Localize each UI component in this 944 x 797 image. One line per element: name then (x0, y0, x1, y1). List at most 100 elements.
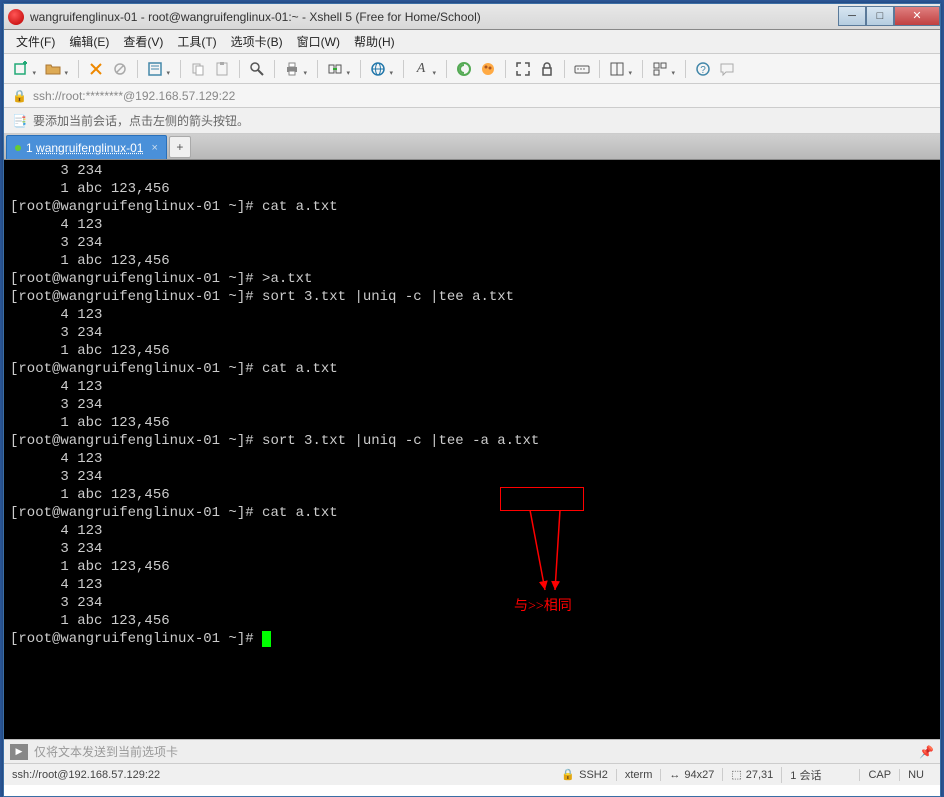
terminal-line: [root@wangruifenglinux-01 ~]# (10, 631, 262, 647)
address-text[interactable]: ssh://root:********@192.168.57.129:22 (33, 89, 235, 103)
tab-close-icon[interactable]: × (151, 142, 157, 154)
toolbar-separator (137, 60, 138, 78)
toolbar: A ? (4, 54, 940, 84)
menu-view[interactable]: 查看(V) (117, 31, 169, 52)
toolbar-separator (274, 60, 275, 78)
menu-tools[interactable]: 工具(T) (171, 31, 222, 52)
info-text: 要添加当前会话，点击左侧的箭头按钮。 (33, 112, 249, 129)
copy-button[interactable] (187, 58, 209, 80)
help-button[interactable]: ? (692, 58, 714, 80)
terminal-line: [root@wangruifenglinux-01 ~]# cat a.txt (10, 505, 338, 521)
tab-label: wangruifenglinux-01 (36, 141, 143, 155)
svg-text:?: ? (700, 65, 706, 76)
menu-file[interactable]: 文件(F) (10, 31, 61, 52)
status-protocol: 🔒SSH2 (553, 768, 615, 781)
transfer-button[interactable] (324, 58, 346, 80)
menu-edit[interactable]: 编辑(E) (63, 31, 115, 52)
terminal-line: 3 234 (10, 325, 102, 341)
session-status-icon (15, 145, 21, 151)
print-button[interactable] (281, 58, 303, 80)
status-term: xterm (616, 769, 661, 781)
status-size: ↔94x27 (660, 769, 722, 781)
new-session-button[interactable] (10, 58, 32, 80)
toolbar-separator (403, 60, 404, 78)
layout-button[interactable] (606, 58, 628, 80)
toolbar-separator (505, 60, 506, 78)
annotation-box (500, 487, 584, 511)
terminal-line: 1 abc 123,456 (10, 253, 170, 269)
fullscreen-button[interactable] (512, 58, 534, 80)
chat-button[interactable] (716, 58, 738, 80)
encoding-button[interactable] (367, 58, 389, 80)
terminal-line: 1 abc 123,456 (10, 343, 170, 359)
menu-tabs[interactable]: 选项卡(B) (225, 31, 289, 52)
open-button[interactable] (42, 58, 64, 80)
toolbar-separator (360, 60, 361, 78)
close-button[interactable]: ✕ (894, 6, 940, 26)
addressbar: 🔒 ssh://root:********@192.168.57.129:22 (4, 84, 940, 108)
terminal-line: [root@wangruifenglinux-01 ~]# >a.txt (10, 271, 312, 287)
status-connection: ssh://root@192.168.57.129:22 (12, 769, 553, 781)
disconnect-button[interactable] (109, 58, 131, 80)
terminal-line: 1 abc 123,456 (10, 559, 170, 575)
window-title: wangruifenglinux-01 - root@wangruifengli… (30, 10, 838, 24)
toolbar-separator (642, 60, 643, 78)
app-window: wangruifenglinux-01 - root@wangruifengli… (3, 3, 941, 797)
terminal-line: 1 abc 123,456 (10, 415, 170, 431)
terminal[interactable]: 3 234 1 abc 123,456 [root@wangruifenglin… (4, 160, 940, 739)
compose-input[interactable]: 仅将文本发送到当前选项卡 (34, 743, 919, 760)
menu-window[interactable]: 窗口(W) (291, 31, 346, 52)
script-button[interactable] (453, 58, 475, 80)
minimize-button[interactable]: ─ (838, 6, 866, 26)
statusbar: ssh://root@192.168.57.129:22 🔒SSH2 xterm… (4, 763, 940, 785)
properties-button[interactable] (144, 58, 166, 80)
compose-bar: ▶ 仅将文本发送到当前选项卡 📌 (4, 739, 940, 763)
lock-icon: 🔒 (12, 89, 27, 103)
color-scheme-button[interactable] (477, 58, 499, 80)
font-button[interactable]: A (410, 58, 432, 80)
terminal-line: [root@wangruifenglinux-01 ~]# sort 3.txt… (10, 289, 514, 305)
terminal-line: 1 abc 123,456 (10, 487, 170, 503)
session-tab[interactable]: 1 wangruifenglinux-01 × (6, 135, 167, 159)
arrange-button[interactable] (649, 58, 671, 80)
terminal-cursor (262, 631, 271, 647)
lock-icon: 🔒 (561, 768, 575, 781)
window-controls: ─ □ ✕ (838, 6, 940, 26)
pin-icon[interactable]: 📌 (919, 745, 934, 759)
terminal-line: 4 123 (10, 217, 102, 233)
tab-index: 1 (26, 141, 33, 155)
reconnect-button[interactable] (85, 58, 107, 80)
toolbar-separator (180, 60, 181, 78)
annotation-text: 与>>相同 (514, 598, 572, 616)
status-cursor-pos: ⬚27,31 (722, 768, 781, 781)
terminal-line: [root@wangruifenglinux-01 ~]# cat a.txt (10, 199, 338, 215)
paste-button[interactable] (211, 58, 233, 80)
find-button[interactable] (246, 58, 268, 80)
resize-icon: ↔ (669, 769, 680, 781)
terminal-line: [root@wangruifenglinux-01 ~]# sort 3.txt… (10, 433, 539, 449)
terminal-line: 4 123 (10, 307, 102, 323)
terminal-line: 4 123 (10, 577, 102, 593)
terminal-line: 1 abc 123,456 (10, 181, 170, 197)
lock-button[interactable] (536, 58, 558, 80)
terminal-line: 4 123 (10, 451, 102, 467)
toolbar-separator (446, 60, 447, 78)
terminal-line: 3 234 (10, 595, 102, 611)
maximize-button[interactable]: □ (866, 6, 894, 26)
toolbar-separator (78, 60, 79, 78)
bookmark-icon[interactable]: 📑 (12, 114, 27, 128)
terminal-line: 3 234 (10, 397, 102, 413)
menubar: 文件(F) 编辑(E) 查看(V) 工具(T) 选项卡(B) 窗口(W) 帮助(… (4, 30, 940, 54)
status-num: NU (899, 769, 932, 781)
toolbar-separator (564, 60, 565, 78)
terminal-line: 1 abc 123,456 (10, 613, 170, 629)
toolbar-separator (685, 60, 686, 78)
status-caps: CAP (859, 769, 899, 781)
send-icon[interactable]: ▶ (10, 744, 28, 760)
new-tab-button[interactable]: + (169, 136, 191, 158)
titlebar[interactable]: wangruifenglinux-01 - root@wangruifengli… (4, 4, 940, 30)
keyboard-button[interactable] (571, 58, 593, 80)
app-icon (8, 9, 24, 25)
menu-help[interactable]: 帮助(H) (348, 31, 401, 52)
status-sessions: 1 会话 (781, 767, 829, 783)
